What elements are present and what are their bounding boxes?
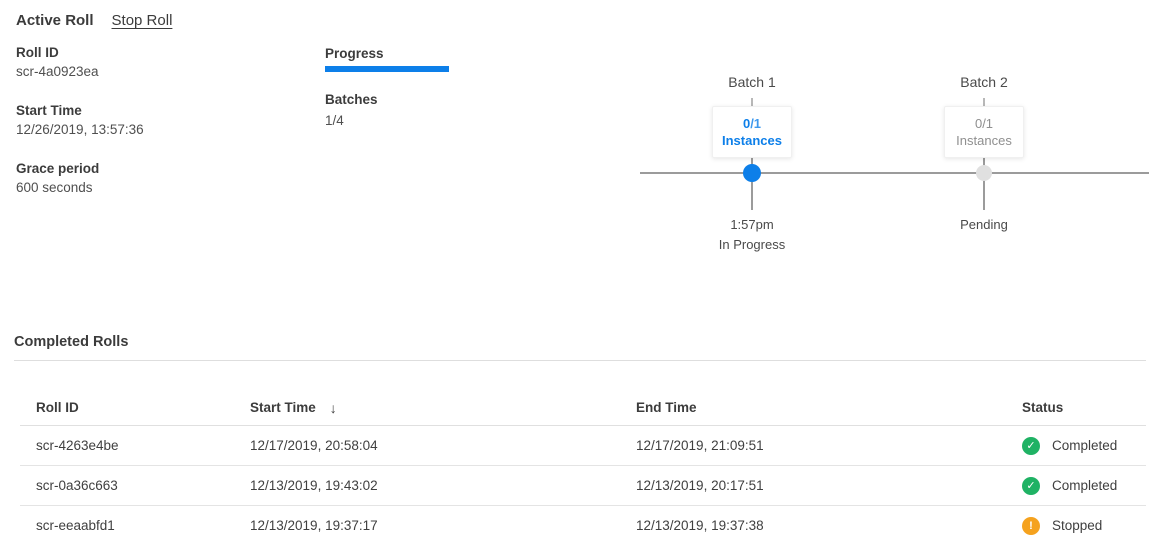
status-label: Completed <box>1052 438 1117 453</box>
active-roll-title: Active Roll <box>16 12 94 29</box>
progress-bar-fill <box>325 66 449 72</box>
table-row: scr-0a36c663 12/13/2019, 19:43:02 12/13/… <box>20 466 1146 506</box>
batch-1-time: 1:57pm <box>672 217 832 232</box>
batch-2-instances-label: Instances <box>956 133 1012 148</box>
table-header-row: Roll ID Start Time ↓ End Time Status <box>20 390 1146 426</box>
progress-column: Progress Batches 1/4 <box>325 47 505 128</box>
cell-roll-id: scr-eeaabfd1 <box>20 518 250 533</box>
batch-1-instances-count: 0/1 <box>743 116 761 131</box>
progress-label: Progress <box>325 47 505 61</box>
batch-1-milestone-dot <box>743 164 761 182</box>
column-header-roll-id[interactable]: Roll ID <box>20 400 250 415</box>
cell-start-time: 12/13/2019, 19:43:02 <box>250 478 636 493</box>
cell-start-time: 12/13/2019, 19:37:17 <box>250 518 636 533</box>
stop-roll-link[interactable]: Stop Roll <box>112 12 173 29</box>
cell-end-time: 12/13/2019, 20:17:51 <box>636 478 1022 493</box>
grace-period-value: 600 seconds <box>16 179 144 197</box>
roll-id-value: scr-4a0923ea <box>16 63 144 81</box>
status-label: Stopped <box>1052 518 1102 533</box>
section-divider <box>14 360 1146 361</box>
cell-roll-id: scr-0a36c663 <box>20 478 250 493</box>
batch-1-name: Batch 1 <box>672 74 832 90</box>
column-header-end-time[interactable]: End Time <box>636 400 1022 415</box>
roll-info-column: Roll ID scr-4a0923ea Start Time 12/26/20… <box>16 44 144 218</box>
roll-dashboard: Active Roll Stop Roll Roll ID scr-4a0923… <box>0 0 1149 545</box>
active-roll-header: Active Roll Stop Roll <box>16 12 172 29</box>
batch-1-instances-label: Instances <box>722 133 782 148</box>
roll-id-field: Roll ID scr-4a0923ea <box>16 44 144 81</box>
batches-value: 1/4 <box>325 113 505 128</box>
sort-desc-icon[interactable]: ↓ <box>330 400 337 416</box>
batch-2-name: Batch 2 <box>904 74 1064 90</box>
grace-period-label: Grace period <box>16 160 144 178</box>
column-header-start-time[interactable]: Start Time ↓ <box>250 400 636 416</box>
cell-end-time: 12/17/2019, 21:09:51 <box>636 438 1022 453</box>
batch-2-milestone-dot <box>976 165 992 181</box>
column-header-status[interactable]: Status <box>1022 400 1146 415</box>
table-row: scr-eeaabfd1 12/13/2019, 19:37:17 12/13/… <box>20 506 1146 545</box>
cell-roll-id: scr-4263e4be <box>20 438 250 453</box>
roll-id-label: Roll ID <box>16 44 144 62</box>
check-circle-icon: ✓ <box>1022 477 1040 495</box>
exclamation-circle-icon: ! <box>1022 517 1040 535</box>
cell-start-time: 12/17/2019, 20:58:04 <box>250 438 636 453</box>
batch-1-state: In Progress <box>672 237 832 252</box>
progress-bar <box>325 66 449 72</box>
start-time-label: Start Time <box>16 102 144 120</box>
start-time-value: 12/26/2019, 13:57:36 <box>16 121 144 139</box>
cell-status: ! Stopped <box>1022 517 1146 535</box>
cell-end-time: 12/13/2019, 19:37:38 <box>636 518 1022 533</box>
completed-rolls-table: Roll ID Start Time ↓ End Time Status scr… <box>20 390 1146 545</box>
batch-2-instances-count: 0/1 <box>975 116 993 131</box>
status-label: Completed <box>1052 478 1117 493</box>
cell-status: ✓ Completed <box>1022 477 1146 495</box>
table-row: scr-4263e4be 12/17/2019, 20:58:04 12/17/… <box>20 426 1146 466</box>
cell-status: ✓ Completed <box>1022 437 1146 455</box>
batch-2-instances-card[interactable]: 0/1 Instances <box>944 106 1024 158</box>
batches-label: Batches <box>325 93 505 107</box>
completed-rolls-title: Completed Rolls <box>14 334 128 350</box>
start-time-field: Start Time 12/26/2019, 13:57:36 <box>16 102 144 139</box>
batch-1-instances-card[interactable]: 0/1 Instances <box>712 106 792 158</box>
grace-period-field: Grace period 600 seconds <box>16 160 144 197</box>
timeline-axis <box>640 172 1149 174</box>
check-circle-icon: ✓ <box>1022 437 1040 455</box>
batch-2-time: Pending <box>904 217 1064 232</box>
